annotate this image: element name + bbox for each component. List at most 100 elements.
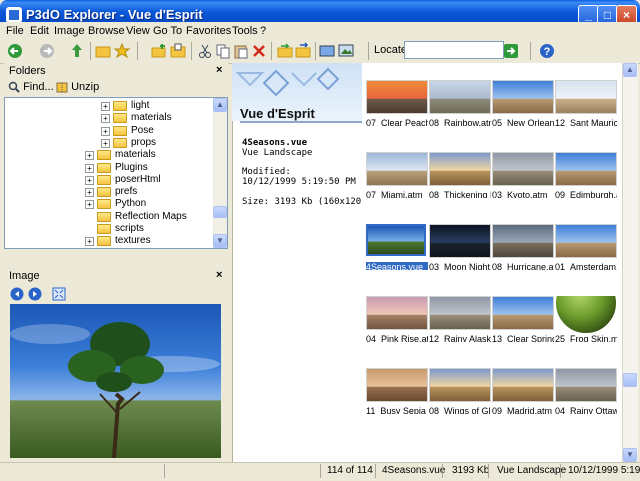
tree-expander-icon[interactable]: + [85,237,94,247]
scroll-thumb[interactable] [213,206,227,218]
menu-goto[interactable]: Go To [153,25,182,37]
menu-image[interactable]: Image [54,25,85,37]
tree-expander-icon[interactable]: + [85,188,94,198]
tree-item[interactable]: + Pose [5,125,210,138]
up-folder-button[interactable] [68,42,86,60]
tree-item[interactable]: + Plugins [5,162,210,175]
locate-input[interactable] [404,41,504,59]
scroll-left-button[interactable]: ◀ [5,248,19,249]
tree-horizontal-scrollbar[interactable]: ◀ ▶ [5,248,227,249]
thumbnail-image [555,368,617,402]
tree-expander-icon[interactable]: + [85,163,94,173]
slideshow-icon[interactable] [337,42,355,60]
menu-browse[interactable]: Browse [88,25,125,37]
tree-item[interactable]: scripts [5,223,210,236]
thumbnail-item[interactable]: 05_New Orleans.atm [492,80,554,126]
thumbnail-item[interactable]: 07_Clear Peach.atm [366,80,428,126]
thumbnail-view-icon[interactable] [318,42,336,60]
tree-item[interactable]: + props [5,137,210,150]
menu-favorites[interactable]: Favorites [186,25,231,37]
folders-close-button[interactable]: × [216,64,222,76]
thumbnail-item[interactable]: 08_Thickening F [429,152,491,198]
thumbnail-item[interactable]: 25_Frog Skin.mat [555,296,617,342]
new-folder-icon[interactable] [150,42,168,60]
thumbnail-item[interactable]: 04_Pink Rise.atm [366,296,428,342]
thumbnail-item[interactable]: 11_Busy Sepia Atm [366,368,428,414]
scroll-up-button[interactable]: ▲ [213,98,227,112]
thumbnail-image [492,80,554,114]
go-icon[interactable] [502,42,520,60]
tree-expander-icon[interactable]: + [101,102,110,111]
thumbnail-item[interactable]: 03_Moon Night.atm [429,224,491,270]
tree-item[interactable]: Reflection Maps [5,211,210,224]
tree-item[interactable]: + textures [5,235,210,248]
thumbnail-item[interactable]: 07_Miami.atm [366,152,428,198]
hscroll-thumb[interactable] [19,248,185,249]
thumbs-scroll-up-button[interactable]: ▲ [623,63,637,77]
thumbnail-item[interactable]: 12_Rainy Alaska [429,296,491,342]
paste-icon[interactable] [232,42,250,60]
app-icon[interactable] [6,7,22,23]
scroll-down-button[interactable]: ▼ [213,234,227,248]
tree-item[interactable]: + poserHtml [5,174,210,187]
tree-item[interactable]: + Python [5,198,210,211]
folder-icon[interactable] [94,42,112,60]
back-button[interactable] [6,42,24,60]
thumbnail-item[interactable]: 04_Rainy Ottawa [555,368,617,414]
thumbnail-item[interactable]: 08_Wings of Glo [429,368,491,414]
thumbs-scroll-down-button[interactable]: ▼ [623,448,637,462]
previous-image-button[interactable] [10,287,24,304]
tree-expander-icon[interactable]: + [101,138,110,148]
thumbnail-item[interactable]: 09_Madrid.atm [492,368,554,414]
tree-expander-icon[interactable]: + [101,126,110,136]
fit-image-button[interactable] [52,287,66,304]
folders-tools: Find... Unzip [4,79,228,97]
menu-tools[interactable]: Tools [232,25,258,37]
image-close-button[interactable]: × [216,269,222,281]
folder-icon [97,199,111,210]
menu-edit[interactable]: Edit [30,25,49,37]
next-image-button[interactable] [28,287,42,304]
thumbnail-item[interactable]: 13_Clear Spring [492,296,554,342]
thumbnail-grid[interactable]: 07_Clear Peach.atm08_Rainbow.atm05_New O… [363,63,622,463]
thumbnail-image [492,368,554,402]
menu-help[interactable]: ? [260,25,266,37]
delete-icon[interactable] [250,42,268,60]
help-icon[interactable]: ? [538,42,556,60]
thumbnail-item[interactable]: 08_Rainbow.atm [429,80,491,126]
tree-expander-icon[interactable]: + [101,114,110,124]
tree-item[interactable]: + prefs [5,186,210,199]
thumbnail-item[interactable]: 09_Edimburgh.atm [555,152,617,198]
copy-icon[interactable] [214,42,232,60]
tree-vertical-scrollbar[interactable]: ▲ ▼ [213,98,227,248]
thumbnail-scrollbar[interactable]: ▲ ▼ [622,63,638,463]
thumbs-scroll-thumb[interactable] [623,373,637,387]
folder-tree[interactable]: + light + materials + Pose + props + materials + Pl… [4,97,228,249]
tree-expander-icon[interactable]: + [85,175,94,185]
thumbnail-caption: 13_Clear Spring [492,334,554,342]
find-button[interactable]: Find... [8,81,54,93]
tree-expander-icon[interactable]: + [85,200,94,210]
tree-item[interactable]: + materials [5,112,210,125]
thumbnail-item[interactable]: 12_Sant Mauricio [555,80,617,126]
thumbnail-image [366,224,426,256]
move-to-folder-icon[interactable] [294,42,312,60]
forward-button[interactable] [38,42,56,60]
favorites-star-icon[interactable] [113,42,131,60]
unzip-label: Unzip [71,81,100,93]
copy-to-folder-icon[interactable] [276,42,294,60]
menu-view[interactable]: View [126,25,150,37]
thumbnail-item[interactable]: 01_Amsterdam.atm [555,224,617,270]
unzip-button[interactable]: Unzip [56,81,99,93]
thumbnail-item[interactable]: 08_Hurricane.atm [492,224,554,270]
explore-icon[interactable] [169,42,187,60]
tree-item[interactable]: + light [5,100,210,113]
find-magnifier-icon [8,81,20,93]
cut-icon[interactable] [196,42,214,60]
menu-file[interactable]: File [6,25,24,37]
thumbnail-item[interactable]: 03_Kyoto.atm [492,152,554,198]
thumbnail-item[interactable]: 4Seasons.vue [366,224,428,270]
tree-expander-icon[interactable]: + [85,151,94,161]
scroll-right-button[interactable]: ▶ [199,248,213,249]
tree-item[interactable]: + materials [5,149,210,162]
